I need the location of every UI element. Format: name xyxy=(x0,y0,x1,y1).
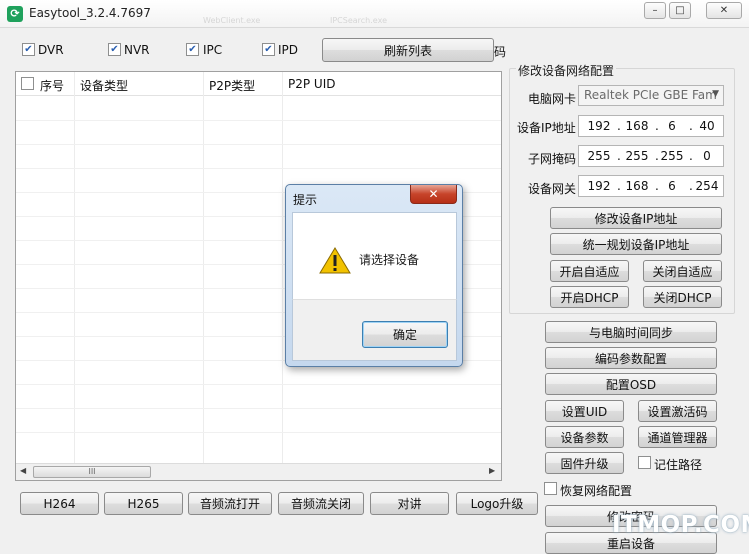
plan-ip-button[interactable]: 统一规划设备IP地址 xyxy=(550,233,722,255)
ip-address-field[interactable]: 192 . 168 . 6 . 40 xyxy=(578,115,724,137)
gateway-octet[interactable]: 6 xyxy=(658,179,686,193)
dvr-checkbox[interactable]: ✔ xyxy=(22,43,35,56)
gateway-octet[interactable]: 192 xyxy=(585,179,613,193)
ipc-label: IPC xyxy=(203,43,223,57)
ip-octet[interactable]: 192 xyxy=(585,119,613,133)
audio-stream-on-button[interactable]: 音频流打开 xyxy=(188,492,272,515)
gateway-field[interactable]: 192 . 168 . 6 . 254 xyxy=(578,175,724,197)
app-icon: ⟳ xyxy=(7,6,23,22)
column-header-device-type[interactable]: 设备类型 xyxy=(80,77,128,94)
logo-upgrade-button[interactable]: Logo升级 xyxy=(456,492,538,515)
column-header-index[interactable]: 序号 xyxy=(40,77,64,94)
restore-network-checkbox[interactable] xyxy=(544,482,557,495)
device-params-button[interactable]: 设备参数 xyxy=(545,426,624,448)
nic-label: 电脑网卡 xyxy=(528,92,577,106)
ipd-label: IPD xyxy=(278,43,299,57)
minimize-button[interactable]: – xyxy=(644,2,666,19)
channel-manager-button[interactable]: 通道管理器 xyxy=(638,426,717,448)
gateway-octet[interactable]: 168 xyxy=(623,179,651,193)
nvr-checkbox[interactable]: ✔ xyxy=(108,43,121,56)
dialog-message: 请选择设备 xyxy=(359,253,420,267)
nic-select[interactable]: Realtek PCIe GBE Fam ▼ xyxy=(578,85,724,106)
mask-octet[interactable]: 0 xyxy=(693,149,721,163)
gateway-dot: . xyxy=(617,179,621,193)
auto-adapt-on-button[interactable]: 开启自适应 xyxy=(550,260,629,282)
row-divider xyxy=(16,168,501,169)
firmware-upgrade-button[interactable]: 固件升级 xyxy=(545,452,624,474)
maximize-button[interactable]: □ xyxy=(669,2,691,19)
alert-dialog: 提示 ✕ 请选择设备 确定 xyxy=(285,184,463,367)
dhcp-off-button[interactable]: 关闭DHCP xyxy=(643,286,722,308)
row-divider xyxy=(16,120,501,121)
gateway-octet[interactable]: 254 xyxy=(693,179,721,193)
dialog-title: 提示 xyxy=(293,193,318,207)
encode-config-button[interactable]: 编码参数配置 xyxy=(545,347,717,369)
h265-button[interactable]: H265 xyxy=(104,492,183,515)
column-header-p2p-type[interactable]: P2P类型 xyxy=(209,77,255,94)
list-header: 序号 设备类型 P2P类型 P2P UID xyxy=(16,72,501,96)
ip-label: 设备IP地址 xyxy=(517,121,576,135)
horizontal-scrollbar[interactable]: ◀ III ▶ xyxy=(16,463,501,480)
column-divider xyxy=(203,72,204,464)
auto-adapt-off-button[interactable]: 关闭自适应 xyxy=(643,260,722,282)
restore-network-label: 恢复网络配置 xyxy=(560,484,633,498)
sync-time-button[interactable]: 与电脑时间同步 xyxy=(545,321,717,343)
warning-icon xyxy=(319,247,351,274)
set-activation-button[interactable]: 设置激活码 xyxy=(638,400,717,422)
mask-octet[interactable]: 255 xyxy=(623,149,651,163)
dialog-ok-button[interactable]: 确定 xyxy=(362,321,448,348)
scroll-left-icon[interactable]: ◀ xyxy=(20,466,26,475)
mask-octet[interactable]: 255 xyxy=(585,149,613,163)
row-divider xyxy=(16,384,501,385)
ip-octet[interactable]: 40 xyxy=(693,119,721,133)
mask-octet[interactable]: 255 xyxy=(658,149,686,163)
column-header-p2p-uid[interactable]: P2P UID xyxy=(288,77,335,91)
nvr-label: NVR xyxy=(124,43,150,57)
mask-dot: . xyxy=(617,149,621,163)
truncated-char: 码 xyxy=(494,45,507,59)
remember-path-checkbox[interactable] xyxy=(638,456,651,469)
gateway-label: 设备网关 xyxy=(528,182,577,196)
background-label: WebClient.exe xyxy=(203,16,261,25)
audio-stream-off-button[interactable]: 音频流关闭 xyxy=(278,492,364,515)
set-uid-button[interactable]: 设置UID xyxy=(545,400,624,422)
dhcp-on-button[interactable]: 开启DHCP xyxy=(550,286,629,308)
chevron-down-icon[interactable]: ▼ xyxy=(712,89,719,99)
scroll-thumb[interactable]: III xyxy=(33,466,151,478)
intercom-button[interactable]: 对讲 xyxy=(370,492,449,515)
ip-dot: . xyxy=(617,119,621,133)
osd-config-button[interactable]: 配置OSD xyxy=(545,373,717,395)
ip-octet[interactable]: 168 xyxy=(623,119,651,133)
scroll-right-icon[interactable]: ▶ xyxy=(489,466,495,475)
refresh-list-button[interactable]: 刷新列表 xyxy=(322,38,494,62)
network-config-title: 修改设备网络配置 xyxy=(516,62,617,79)
select-all-checkbox[interactable] xyxy=(21,77,34,90)
row-divider xyxy=(16,144,501,145)
h264-button[interactable]: H264 xyxy=(20,492,99,515)
ipd-checkbox[interactable]: ✔ xyxy=(262,43,275,56)
site-watermark: ITMOP.COM xyxy=(612,512,749,538)
row-divider xyxy=(16,408,501,409)
close-button[interactable]: ✕ xyxy=(706,2,742,19)
dialog-message-area: 请选择设备 xyxy=(292,212,457,299)
remember-path-label: 记住路径 xyxy=(654,458,703,472)
row-divider xyxy=(16,432,501,433)
subnet-mask-field[interactable]: 255 . 255 . 255 . 0 xyxy=(578,145,724,167)
background-label: IPCSearch.exe xyxy=(330,16,387,25)
nic-value: Realtek PCIe GBE Fam xyxy=(584,88,717,102)
subnet-mask-label: 子网掩码 xyxy=(528,152,577,166)
dialog-close-button[interactable]: ✕ xyxy=(410,185,457,204)
column-divider xyxy=(282,72,283,464)
column-divider xyxy=(74,72,75,464)
ip-octet[interactable]: 6 xyxy=(658,119,686,133)
dialog-button-area: 确定 xyxy=(292,299,457,361)
dvr-label: DVR xyxy=(38,43,64,57)
window-title: Easytool_3.2.4.7697 xyxy=(29,6,151,20)
modify-ip-button[interactable]: 修改设备IP地址 xyxy=(550,207,722,229)
ipc-checkbox[interactable]: ✔ xyxy=(186,43,199,56)
